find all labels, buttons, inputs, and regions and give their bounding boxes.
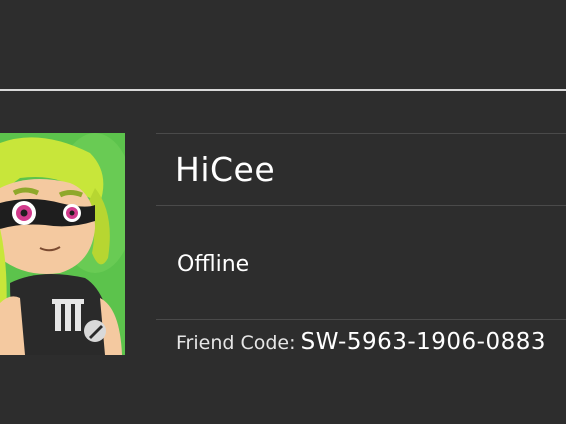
friend-code-label: Friend Code: — [176, 332, 296, 354]
row-divider — [156, 133, 566, 134]
friend-code-value: SW-5963-1906-0883 — [300, 329, 547, 355]
row-divider — [156, 205, 566, 206]
online-status: Offline — [177, 252, 250, 277]
header-divider — [0, 89, 566, 91]
user-name: HiCee — [175, 150, 276, 189]
friend-code-row: Friend Code: SW-5963-1906-0883 — [176, 329, 546, 355]
user-profile-screen: HiCee Offline Friend Code: SW-5963-1906-… — [0, 0, 566, 424]
inkling-girl-avatar-icon — [0, 133, 125, 355]
row-divider — [156, 319, 566, 320]
top-bar — [0, 0, 566, 89]
